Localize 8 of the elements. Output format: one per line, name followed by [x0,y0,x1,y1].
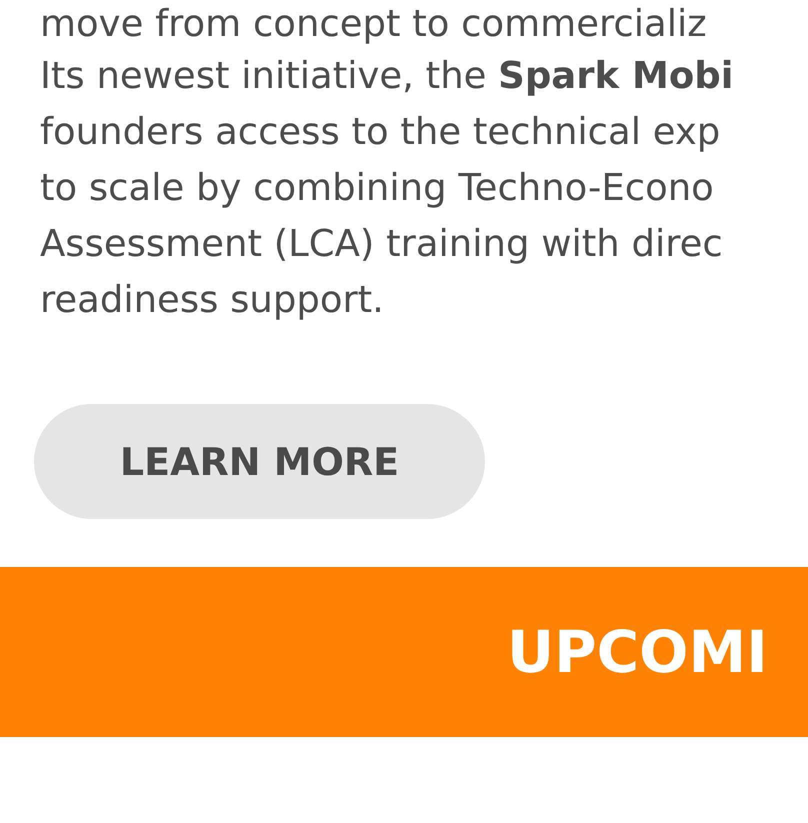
body-text: to scale by combining Techno-Econo [39,165,715,211]
section-heading: UPCOMI [507,618,768,686]
body-text: Its newest initiative, the Spark Mobi [39,53,734,99]
body-text: move from concept to commercializ [39,1,708,47]
body-text: Assessment (LCA) training with direc [39,221,724,267]
body-text: readiness support. [39,277,385,323]
body-text: founders access to the technical exp [39,109,722,155]
learn-more-button[interactable]: LEARN MORE [34,404,485,519]
